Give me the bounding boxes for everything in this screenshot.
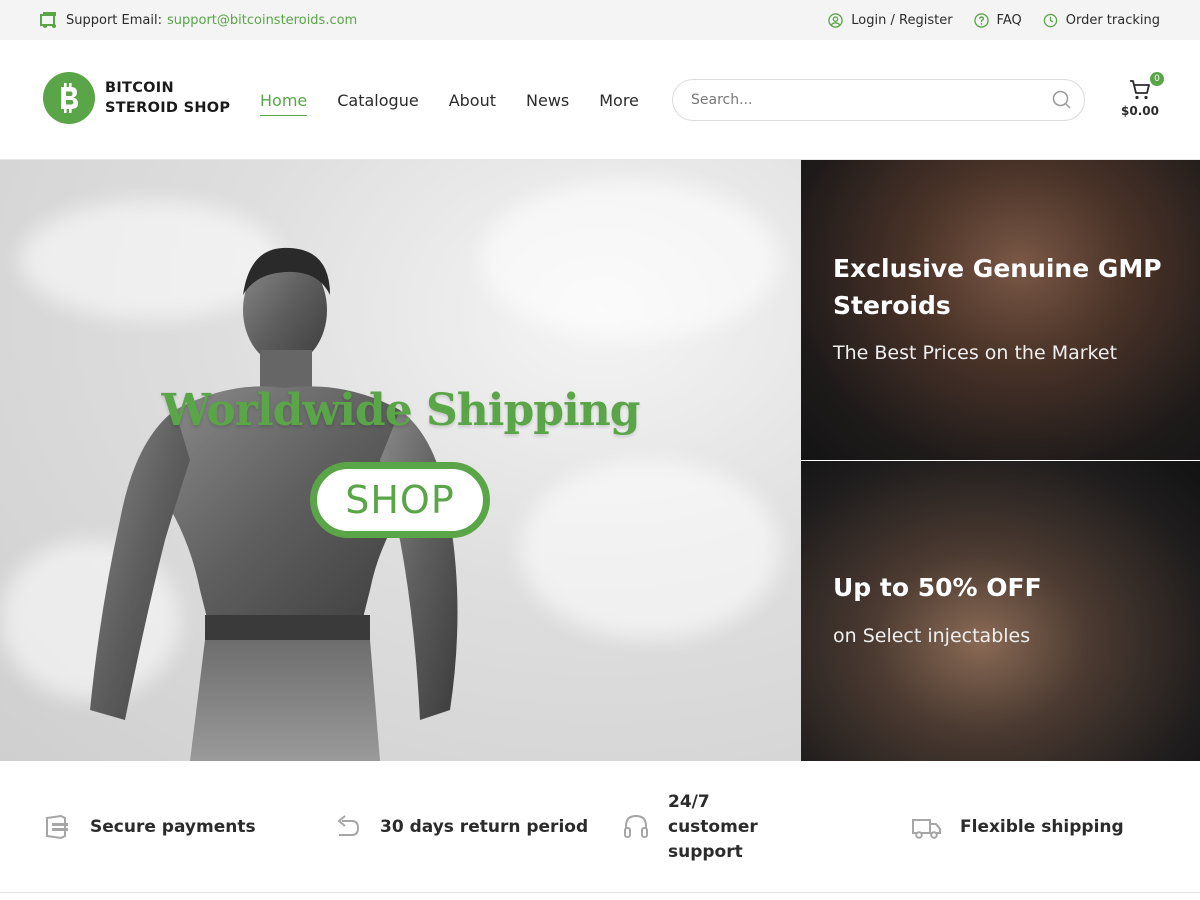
cart-count-badge: 0	[1150, 72, 1164, 86]
cart-icon-wrap: 0	[1128, 72, 1164, 102]
cart-total: $0.00	[1121, 104, 1159, 118]
feature-label: Secure payments	[90, 816, 256, 837]
cloud-decor	[480, 180, 780, 340]
promo-title: Up to 50% OFF	[833, 573, 1042, 602]
card-icon	[42, 812, 72, 842]
search-icon[interactable]	[1052, 90, 1072, 110]
hero-banner[interactable]: Worldwide Shipping SHOP	[0, 160, 801, 761]
feature-customer-support: 24/7 customer support	[622, 761, 792, 893]
nav-about[interactable]: About	[449, 85, 496, 116]
login-register-label: Login / Register	[851, 12, 953, 28]
cart-icon	[1130, 80, 1150, 100]
nav-more[interactable]: More	[599, 85, 639, 116]
support-label: Support Email:	[66, 12, 162, 28]
question-icon	[973, 12, 989, 28]
features-bar: Secure payments 30 days return period 24…	[0, 761, 1200, 893]
feature-label: 30 days return period	[380, 816, 589, 837]
nav-home[interactable]: Home	[260, 85, 308, 116]
brand-line-2: STEROID SHOP	[105, 100, 231, 116]
return-icon	[332, 812, 362, 842]
cart-button[interactable]: 0 $0.00	[1120, 72, 1164, 118]
support-email-block: Support Email: support@bitcoinsteroids.c…	[40, 0, 357, 40]
promo-subtitle: The Best Prices on the Market	[833, 342, 1118, 364]
user-icon	[828, 12, 844, 28]
promo-banner-sale[interactable]: Up to 50% OFF on Select injectables	[801, 461, 1200, 761]
shipping-icon	[40, 12, 56, 28]
order-tracking-link[interactable]: Order tracking	[1043, 13, 1160, 28]
search-box	[672, 79, 1085, 121]
feature-label: 24/7 customer support	[668, 791, 758, 862]
headset-icon	[622, 812, 650, 842]
truck-icon	[912, 812, 942, 842]
nav-catalogue[interactable]: Catalogue	[337, 85, 418, 116]
cloud-decor	[520, 460, 780, 640]
faq-link[interactable]: FAQ	[973, 12, 1022, 28]
top-bar: Support Email: support@bitcoinsteroids.c…	[0, 0, 1200, 40]
promo-subtitle: on Select injectables	[833, 625, 1031, 647]
feature-label: Flexible shipping	[960, 816, 1124, 837]
location-pin-icon	[1043, 13, 1057, 27]
brand-line-1: BITCOIN	[105, 80, 174, 96]
brand-name: BITCOIN STEROID SHOP	[105, 78, 230, 118]
main-nav: Home Catalogue About News More	[260, 40, 669, 160]
bitcoin-logo-icon	[43, 72, 95, 124]
login-register-link[interactable]: Login / Register	[828, 12, 953, 28]
site-logo[interactable]: BITCOIN STEROID SHOP	[43, 72, 230, 124]
hero-headline: Worldwide Shipping	[161, 385, 641, 436]
faq-label: FAQ	[996, 12, 1022, 28]
promo-title: Exclusive Genuine GMP Steroids	[833, 254, 1162, 320]
site-header: BITCOIN STEROID SHOP Home Catalogue Abou…	[0, 40, 1200, 160]
search-input[interactable]	[691, 80, 1041, 120]
order-tracking-label: Order tracking	[1065, 12, 1160, 28]
shop-button[interactable]: SHOP	[310, 462, 490, 538]
top-links: Login / Register FAQ Order tracking	[807, 0, 1160, 40]
nav-news[interactable]: News	[526, 85, 569, 116]
feature-return-period: 30 days return period	[332, 761, 588, 893]
feature-flexible-shipping: Flexible shipping	[912, 761, 1124, 893]
support-email-link[interactable]: support@bitcoinsteroids.com	[167, 13, 357, 28]
promo-banner-gmp[interactable]: Exclusive Genuine GMP Steroids The Best …	[801, 160, 1200, 460]
feature-secure-payments: Secure payments	[42, 761, 256, 893]
